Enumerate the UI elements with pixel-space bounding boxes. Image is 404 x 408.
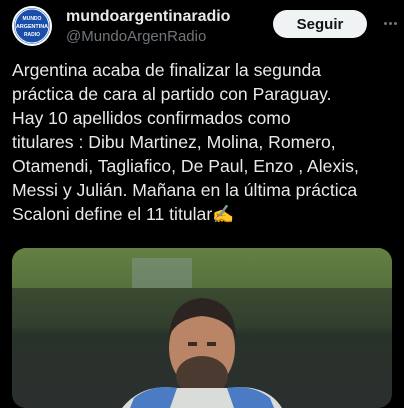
avatar-text-2: ARGENTINA <box>16 24 48 30</box>
tweet-text-line: Messi y Julián. Mañana en la última prác… <box>12 180 358 200</box>
avatar-text-3: RADIO <box>24 32 40 38</box>
avatar-text-1: MUNDO <box>23 16 42 22</box>
tweet-text-line: práctica de cara al partido con Paraguay… <box>12 84 332 104</box>
follow-button[interactable]: Seguir <box>273 10 367 38</box>
tweet-media-photo[interactable] <box>12 248 392 408</box>
tweet-text-line: titulares : Dibu Martinez, Molina, Romer… <box>12 132 336 152</box>
player-photo-illustration <box>12 248 392 408</box>
tweet-text-line: Otamendi, Tagliafico, De Paul, Enzo , Al… <box>12 156 359 176</box>
author-info[interactable]: mundoargentinaradio @MundoArgenRadio <box>66 7 274 47</box>
tweet-text-line: Hay 10 apellidos confirmados como <box>12 108 291 128</box>
tweet-text-line: Scaloni define el 11 titular✍️ <box>12 204 235 224</box>
more-options-icon[interactable] <box>380 12 400 34</box>
avatar[interactable]: MUNDO ARGENTINA RADIO <box>12 6 52 46</box>
tweet-text: Argentina acaba de finalizar la segunda … <box>12 58 396 226</box>
avatar-logo-icon: MUNDO ARGENTINA RADIO <box>14 8 50 44</box>
display-name[interactable]: mundoargentinaradio <box>66 7 274 27</box>
tweet-text-line: Argentina acaba de finalizar la segunda <box>12 60 322 80</box>
user-handle[interactable]: @MundoArgenRadio <box>66 27 274 47</box>
